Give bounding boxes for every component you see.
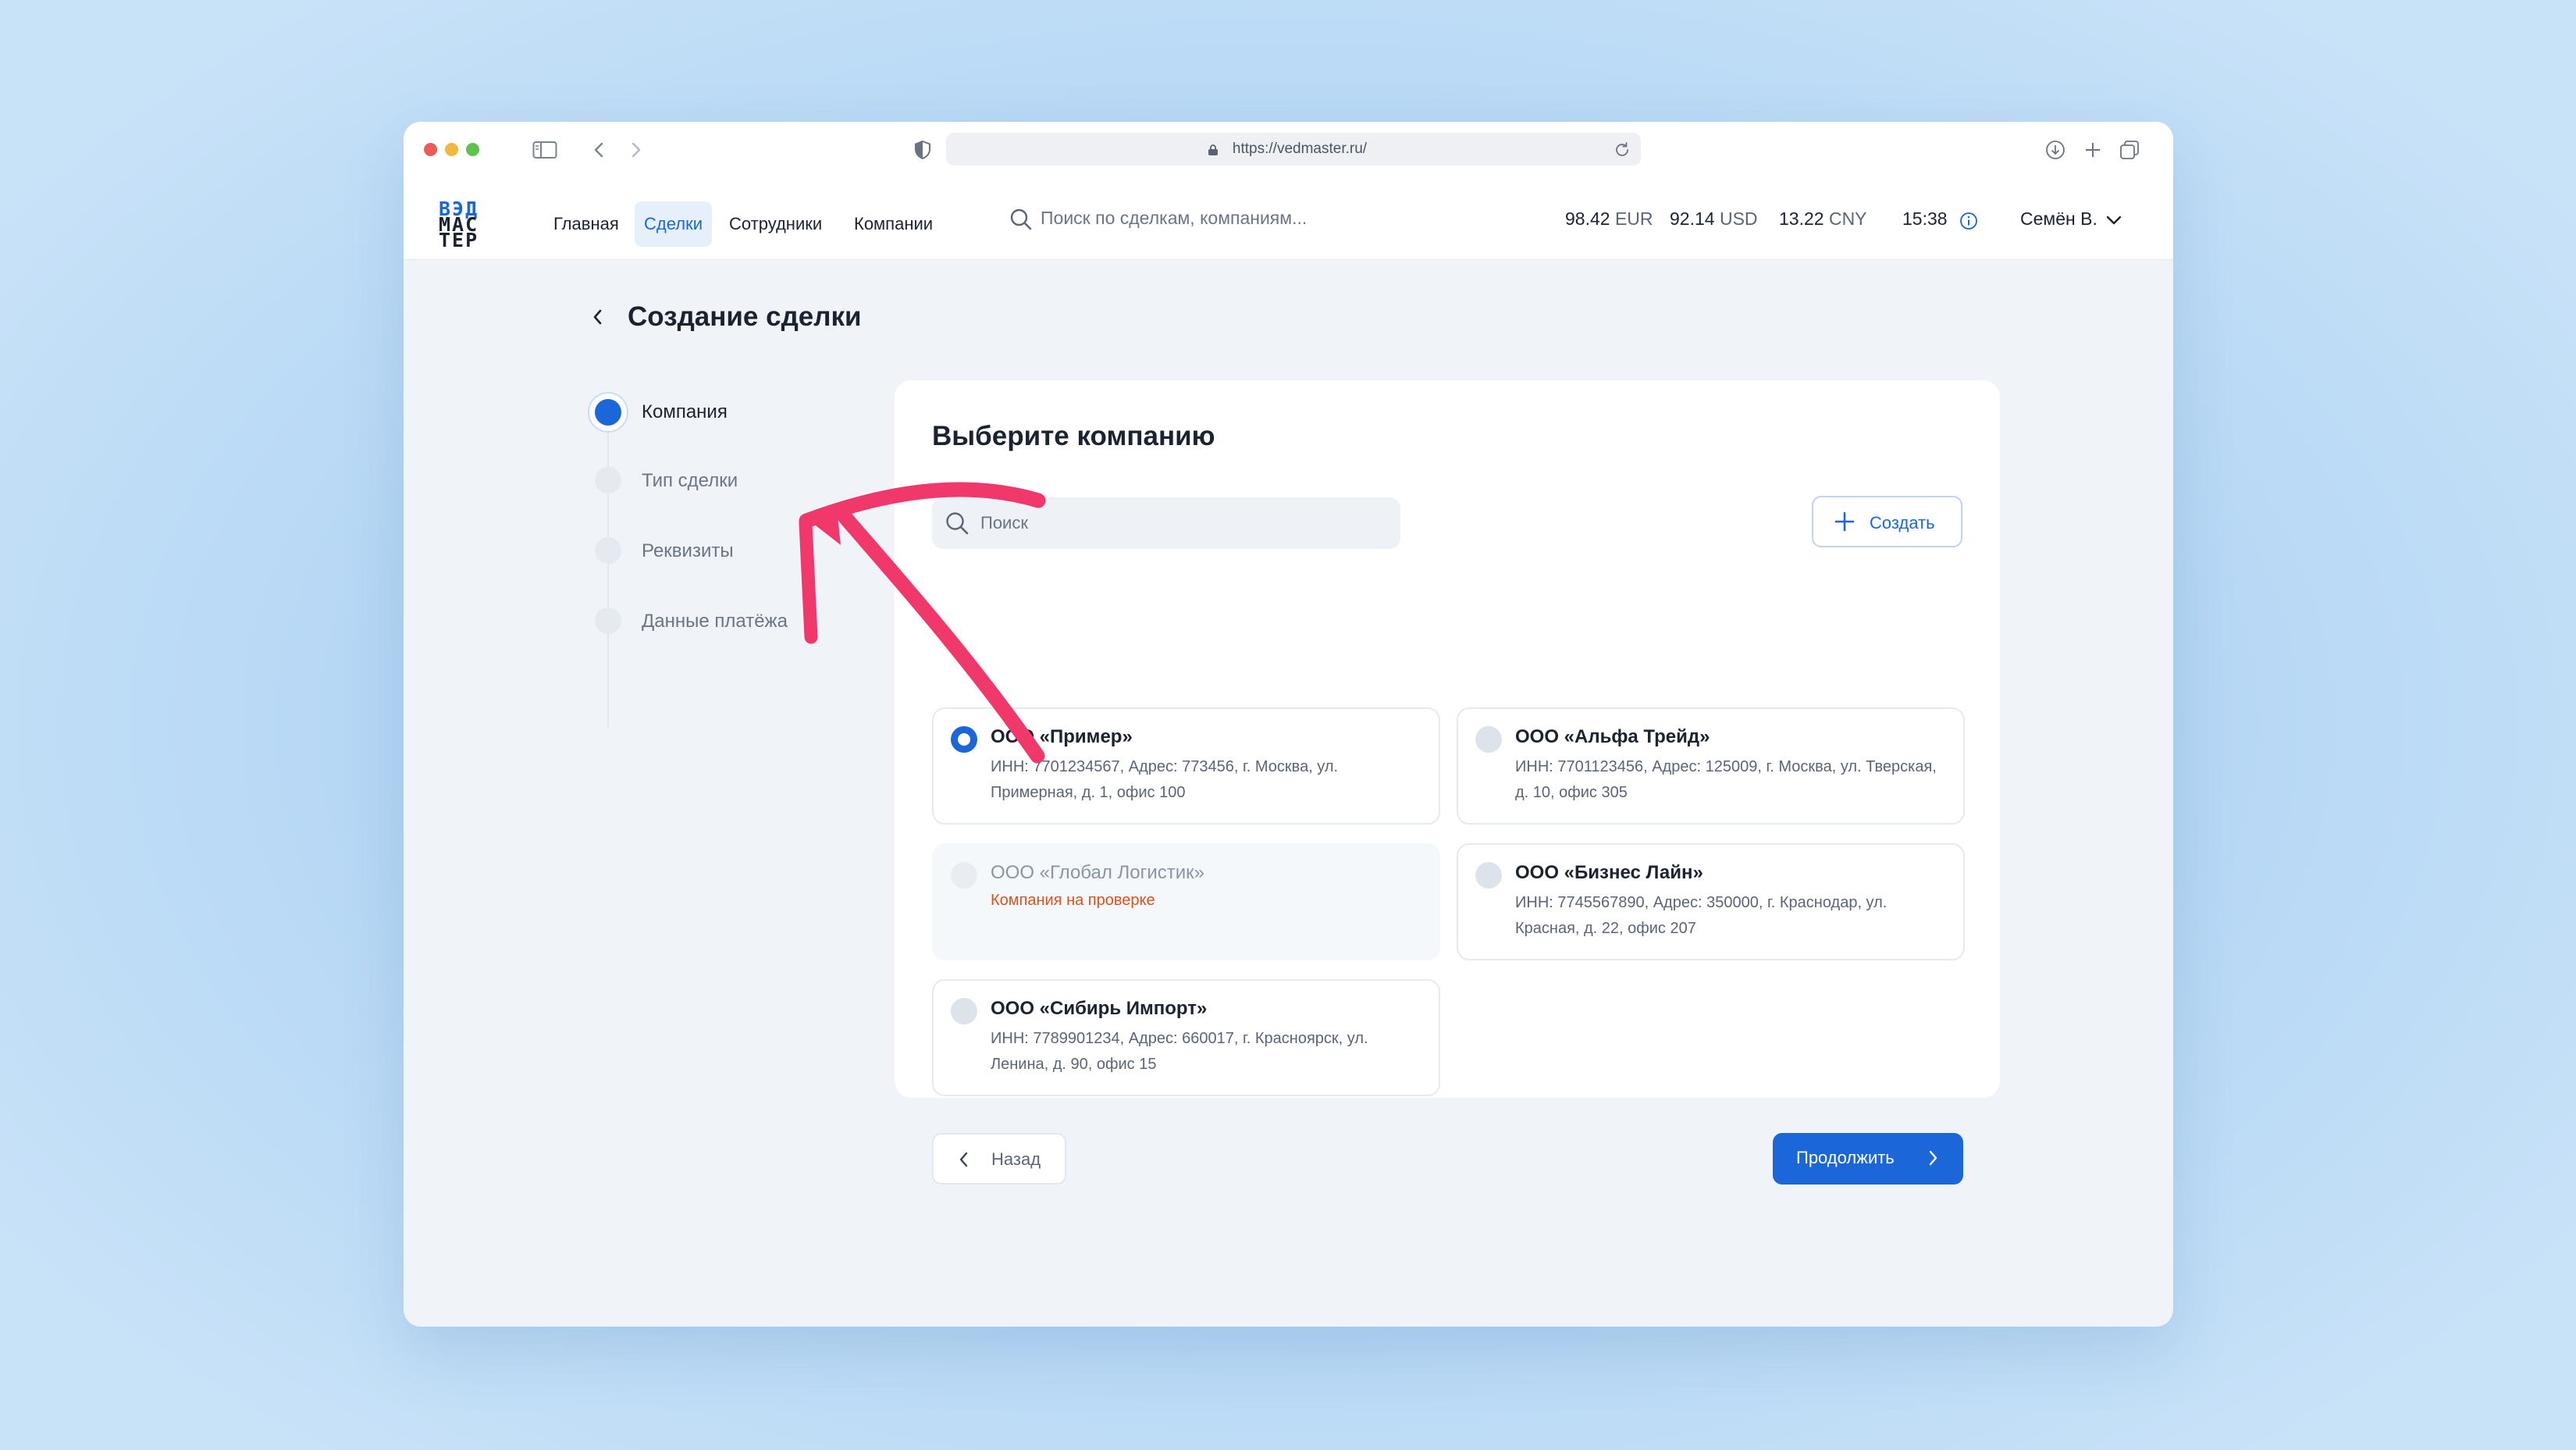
company-name: ООО «Бизнес Лайн» <box>1515 862 1703 883</box>
create-company-button[interactable]: Создать <box>1812 496 1962 547</box>
company-name: ООО «Глобал Логистик» <box>991 862 1205 883</box>
company-option[interactable]: ООО «Альфа Трейд» ИНН: 7701123456, Адрес… <box>1457 707 1965 825</box>
rate-eur: 98.42 EUR <box>1565 208 1653 230</box>
continue-button-label: Продолжить <box>1796 1148 1895 1167</box>
search-icon <box>1010 208 1032 230</box>
chevron-right-icon <box>1929 1150 1937 1166</box>
user-menu[interactable]: Семён В. <box>2020 208 2097 230</box>
maximize-window-button[interactable] <box>466 143 479 156</box>
info-icon[interactable] <box>1959 212 1978 230</box>
nav-deals[interactable]: Сделки <box>635 201 712 247</box>
back-arrow-icon[interactable] <box>591 307 605 327</box>
rate-eur-currency: EUR <box>1614 208 1653 229</box>
vedmaster-logo[interactable]: ВЭД МАС ТЕР <box>439 199 507 251</box>
step-dot-requisites <box>595 537 621 564</box>
step-label-payment[interactable]: Данные платёжа <box>642 611 788 632</box>
create-company-label: Создать <box>1870 513 1935 533</box>
company-details: ИНН: 7701123456, Адрес: 125009, г. Москв… <box>1515 758 1937 801</box>
nav-employees[interactable]: Сотрудники <box>720 201 831 247</box>
back-nav-icon[interactable] <box>591 141 607 159</box>
tabs-overview-icon[interactable] <box>2119 140 2140 160</box>
step-label-company[interactable]: Компания <box>642 401 728 423</box>
step-label-requisites[interactable]: Реквизиты <box>642 540 734 562</box>
clock-time: 15:38 <box>1902 208 1948 229</box>
url-text: https://vedmaster.ru/ <box>1232 141 1368 157</box>
search-icon <box>946 512 969 535</box>
radio-unselected[interactable] <box>951 998 977 1024</box>
sidebar-toggle-icon[interactable] <box>532 141 557 159</box>
minimize-window-button[interactable] <box>445 143 458 156</box>
company-search-input[interactable]: Поиск <box>932 497 1400 549</box>
rate-eur-value: 98.42 <box>1565 208 1610 229</box>
step-label-deal-type[interactable]: Тип сделки <box>642 470 738 492</box>
company-option[interactable]: ООО «Бизнес Лайн» ИНН: 7745567890, Адрес… <box>1457 843 1965 960</box>
user-name: Семён В. <box>2020 208 2097 229</box>
chevron-left-icon <box>959 1152 968 1167</box>
company-details: ИНН: 7789901234, Адрес: 660017, г. Красн… <box>991 1030 1368 1073</box>
shield-icon[interactable] <box>914 140 931 160</box>
nav-home[interactable]: Главная <box>544 201 628 247</box>
company-review-status: Компания на проверке <box>991 892 1155 909</box>
step-dot-company <box>595 399 621 426</box>
rate-cny-currency: CNY <box>1828 208 1867 229</box>
rate-cny: 13.22 CNY <box>1779 208 1867 230</box>
company-name: ООО «Сибирь Импорт» <box>991 998 1208 1019</box>
company-name: ООО «Пример» <box>991 726 1133 747</box>
company-option[interactable]: ООО «Пример» ИНН: 7701234567, Адрес: 773… <box>932 707 1440 825</box>
page-title: Создание сделки <box>628 301 862 332</box>
rate-cny-value: 13.22 <box>1779 208 1824 229</box>
company-option[interactable]: ООО «Сибирь Импорт» ИНН: 7789901234, Адр… <box>932 979 1440 1096</box>
company-select-card: Выберите компанию Поиск Создать ООО «При… <box>895 380 2000 1185</box>
rate-usd-value: 92.14 <box>1670 208 1715 229</box>
card-title: Выберите компанию <box>932 421 1215 451</box>
radio-selected[interactable] <box>951 726 977 753</box>
new-tab-icon[interactable] <box>2083 141 2102 159</box>
radio-disabled <box>951 862 977 889</box>
step-dot-deal-type <box>595 467 621 493</box>
step-dot-payment <box>595 607 621 634</box>
global-search-placeholder: Поиск по сделкам, компаниям... <box>1041 208 1308 228</box>
plus-icon <box>1834 511 1855 532</box>
browser-toolbar: https://vedmaster.ru/ <box>404 122 2173 178</box>
back-button-label: Назад <box>991 1149 1041 1169</box>
continue-button[interactable]: Продолжить <box>1773 1133 1963 1185</box>
radio-unselected[interactable] <box>1475 862 1502 889</box>
nav-companies[interactable]: Компании <box>845 201 942 247</box>
rate-usd-currency: USD <box>1719 208 1758 229</box>
close-window-button[interactable] <box>424 143 437 156</box>
reload-icon[interactable] <box>1614 141 1631 159</box>
company-details: ИНН: 7701234567, Адрес: 773456, г. Москв… <box>991 758 1339 801</box>
forward-nav-icon[interactable] <box>628 141 644 159</box>
rate-usd: 92.14 USD <box>1670 208 1758 230</box>
company-search-placeholder: Поиск <box>980 513 1028 533</box>
browser-window: https://vedmaster.ru/ ВЭД МАС ТЕР Главна <box>404 122 2173 1327</box>
address-bar[interactable]: https://vedmaster.ru/ <box>946 133 1641 166</box>
back-button[interactable]: Назад <box>932 1133 1066 1185</box>
company-option-disabled: ООО «Глобал Логистик» Компания на провер… <box>932 843 1440 960</box>
logo-line-3: ТЕР <box>439 229 479 251</box>
radio-unselected[interactable] <box>1475 726 1502 753</box>
chevron-down-icon[interactable] <box>2105 214 2122 226</box>
clock: 15:38 <box>1902 208 1948 230</box>
company-details: ИНН: 7745567890, Адрес: 350000, г. Красн… <box>1515 894 1888 937</box>
company-name: ООО «Альфа Трейд» <box>1515 726 1710 747</box>
download-icon[interactable] <box>2045 140 2065 160</box>
